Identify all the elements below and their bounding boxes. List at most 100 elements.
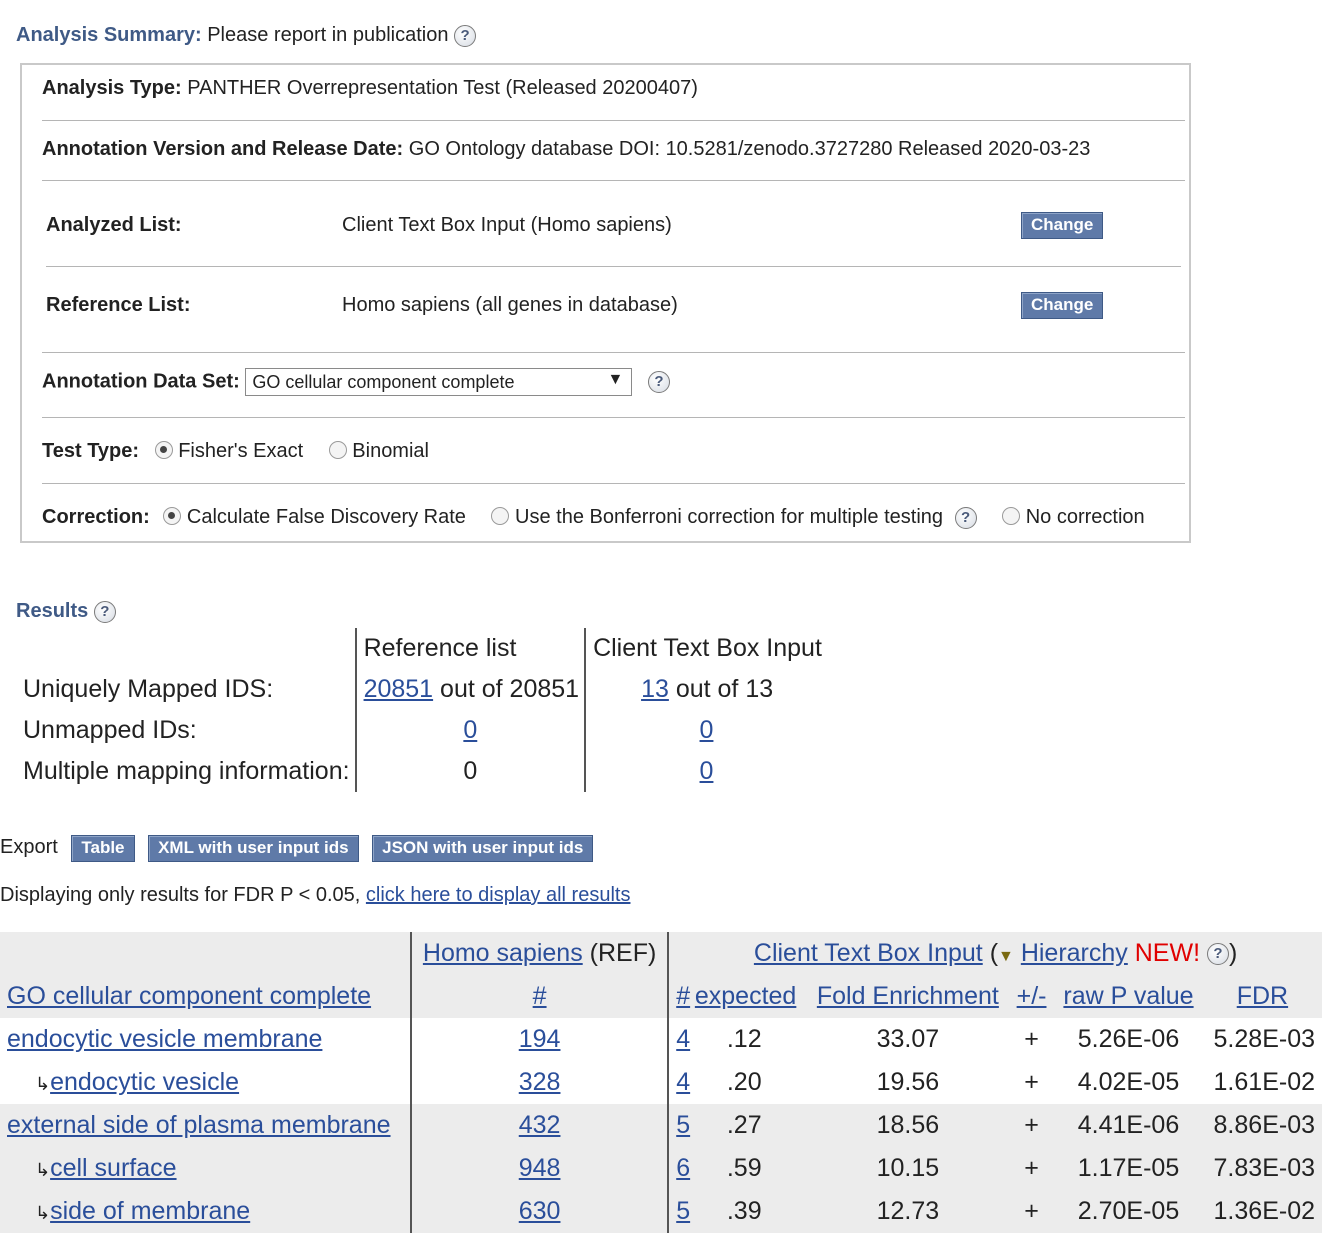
column-header-count[interactable]: # xyxy=(676,982,690,1010)
go-term-link[interactable]: side of membrane xyxy=(50,1197,250,1225)
fdr-label: Calculate False Discovery Rate xyxy=(186,506,466,528)
new-badge: NEW! xyxy=(1134,939,1201,967)
analysis-type-row: Analysis Type: PANTHER Overrepresentatio… xyxy=(42,77,698,100)
filter-notice: Displaying only results for FDR P < 0.05… xyxy=(0,884,630,907)
ref-count-link[interactable]: 432 xyxy=(519,1111,561,1139)
count-link[interactable]: 4 xyxy=(676,1025,690,1053)
fdr-value: 5.28E-03 xyxy=(1213,1025,1315,1053)
hierarchy-link[interactable]: Hierarchy xyxy=(1021,939,1128,967)
fdr-value: 7.83E-03 xyxy=(1202,1147,1322,1190)
ref-count-link[interactable]: 948 xyxy=(519,1154,561,1182)
help-icon[interactable]: ? xyxy=(454,24,477,47)
go-term-link[interactable]: endocytic vesicle membrane xyxy=(7,1025,322,1053)
fdr-value: 1.61E-02 xyxy=(1213,1068,1315,1096)
test-type-row: Test Type: Fisher's Exact Binomial xyxy=(42,440,429,463)
results-table: Homo sapiens (REF) Client Text Box Input… xyxy=(0,932,1322,1233)
table-row: endocytic vesicle membrane 194 4 .12 33.… xyxy=(0,1018,1322,1061)
help-icon[interactable]: ? xyxy=(1206,943,1229,966)
binomial-label: Binomial xyxy=(352,440,429,462)
bonferroni-radio[interactable] xyxy=(491,507,510,525)
fisher-label: Fisher's Exact xyxy=(178,440,304,462)
annotation-version-row: Annotation Version and Release Date: GO … xyxy=(42,138,1090,161)
homo-sapiens-link[interactable]: Homo sapiens xyxy=(423,939,583,967)
expected-value: .39 xyxy=(692,1190,807,1233)
go-term-link[interactable]: endocytic vesicle xyxy=(50,1068,239,1096)
annotation-version-label: Annotation Version and Release Date: xyxy=(42,138,404,160)
results-heading: Results ? xyxy=(16,600,116,623)
column-header-plus-minus[interactable]: +/- xyxy=(1017,982,1047,1010)
raw-p-value: 5.26E-06 xyxy=(1077,1025,1180,1053)
fdr-radio[interactable] xyxy=(163,507,182,525)
column-header: Reference list xyxy=(355,628,587,669)
count-link[interactable]: 4 xyxy=(676,1068,690,1096)
correction-row: Correction: Calculate False Discovery Ra… xyxy=(42,506,1192,529)
table-row: Unmapped IDs: 0 0 xyxy=(18,710,827,751)
ref-count-link[interactable]: 328 xyxy=(519,1068,561,1096)
column-header-ref-count[interactable]: # xyxy=(533,982,547,1010)
fdr-value: 8.86E-03 xyxy=(1202,1104,1322,1147)
go-term-link[interactable]: cell surface xyxy=(50,1154,176,1182)
export-xml-button[interactable]: XML with user input ids xyxy=(148,835,359,862)
hierarchy-triangle-icon: ▼ xyxy=(998,948,1014,965)
client-multiple-link[interactable]: 0 xyxy=(700,757,714,785)
ref-count-link[interactable]: 194 xyxy=(519,1025,561,1053)
analysis-summary-heading: Analysis Summary: Please report in publi… xyxy=(16,24,477,47)
binomial-radio[interactable] xyxy=(328,441,347,459)
change-reference-list-button[interactable]: Change xyxy=(1021,292,1104,319)
column-header: Client Text Box Input xyxy=(593,634,822,662)
export-row: Export Table XML with user input ids JSO… xyxy=(0,835,594,862)
plus-minus-value: + xyxy=(1024,1025,1039,1053)
fdr-value: 1.36E-02 xyxy=(1202,1190,1322,1233)
export-label: Export xyxy=(0,836,58,858)
reference-list-label: Reference List: xyxy=(46,294,191,316)
ref-count-link[interactable]: 630 xyxy=(519,1197,561,1225)
go-term-link[interactable]: external side of plasma membrane xyxy=(7,1111,391,1139)
count-link[interactable]: 5 xyxy=(676,1111,690,1139)
analysis-summary-title: Analysis Summary: xyxy=(16,24,202,46)
client-unmapped-link[interactable]: 0 xyxy=(700,716,714,744)
child-arrow-icon: ↳ xyxy=(35,1203,51,1223)
column-header-go-term[interactable]: GO cellular component complete xyxy=(7,982,371,1010)
export-json-button[interactable]: JSON with user input ids xyxy=(372,835,594,862)
analysis-type-label: Analysis Type: xyxy=(42,77,182,99)
display-all-results-link[interactable]: click here to display all results xyxy=(366,884,631,906)
fisher-radio[interactable] xyxy=(154,441,173,459)
column-header-raw-p[interactable]: raw P value xyxy=(1063,982,1193,1010)
child-arrow-icon: ↳ xyxy=(35,1160,51,1180)
column-header-fold-enrichment[interactable]: Fold Enrichment xyxy=(817,982,999,1010)
count-link[interactable]: 5 xyxy=(676,1197,690,1225)
ref-group-header: Homo sapiens (REF) xyxy=(409,932,669,975)
fold-enrichment-value: 18.56 xyxy=(806,1104,1009,1147)
row-label: Unmapped IDs: xyxy=(18,710,357,751)
client-mapped-link[interactable]: 13 xyxy=(641,675,669,703)
divider xyxy=(42,483,1185,484)
client-input-link[interactable]: Client Text Box Input xyxy=(754,939,983,967)
help-icon[interactable]: ? xyxy=(954,506,977,529)
child-arrow-icon: ↳ xyxy=(35,1074,51,1094)
annotation-dataset-selected: GO cellular component complete xyxy=(252,372,515,392)
divider xyxy=(42,120,1185,121)
help-icon[interactable]: ? xyxy=(647,371,670,393)
ref-unmapped-link[interactable]: 0 xyxy=(463,716,477,744)
help-icon[interactable]: ? xyxy=(93,600,116,623)
ref-mapped-link[interactable]: 20851 xyxy=(364,675,434,703)
table-header-row: GO cellular component complete # # expec… xyxy=(0,975,1322,1018)
mapping-summary-table: Reference list Client Text Box Input Uni… xyxy=(18,628,827,792)
reference-list-value: Homo sapiens (all genes in database) xyxy=(342,294,678,316)
test-type-label: Test Type: xyxy=(42,440,140,462)
plus-minus-value: + xyxy=(1008,1147,1055,1190)
annotation-dataset-row: Annotation Data Set: GO cellular compone… xyxy=(42,368,670,396)
column-header-expected[interactable]: expected xyxy=(695,982,796,1010)
fold-enrichment-value: 10.15 xyxy=(806,1147,1009,1190)
count-link[interactable]: 6 xyxy=(676,1154,690,1182)
row-label: Multiple mapping information: xyxy=(18,751,357,792)
export-table-button[interactable]: Table xyxy=(71,835,135,862)
annotation-dataset-select[interactable]: GO cellular component complete ▼ xyxy=(245,368,633,396)
column-header-fdr[interactable]: FDR xyxy=(1237,982,1288,1010)
divider xyxy=(46,266,1181,267)
no-correction-radio[interactable] xyxy=(1002,507,1021,525)
reference-list-row: Reference List: xyxy=(46,294,191,317)
change-analyzed-list-button[interactable]: Change xyxy=(1021,212,1104,239)
plus-minus-value: + xyxy=(1008,1190,1055,1233)
no-correction-label: No correction xyxy=(1025,506,1145,528)
